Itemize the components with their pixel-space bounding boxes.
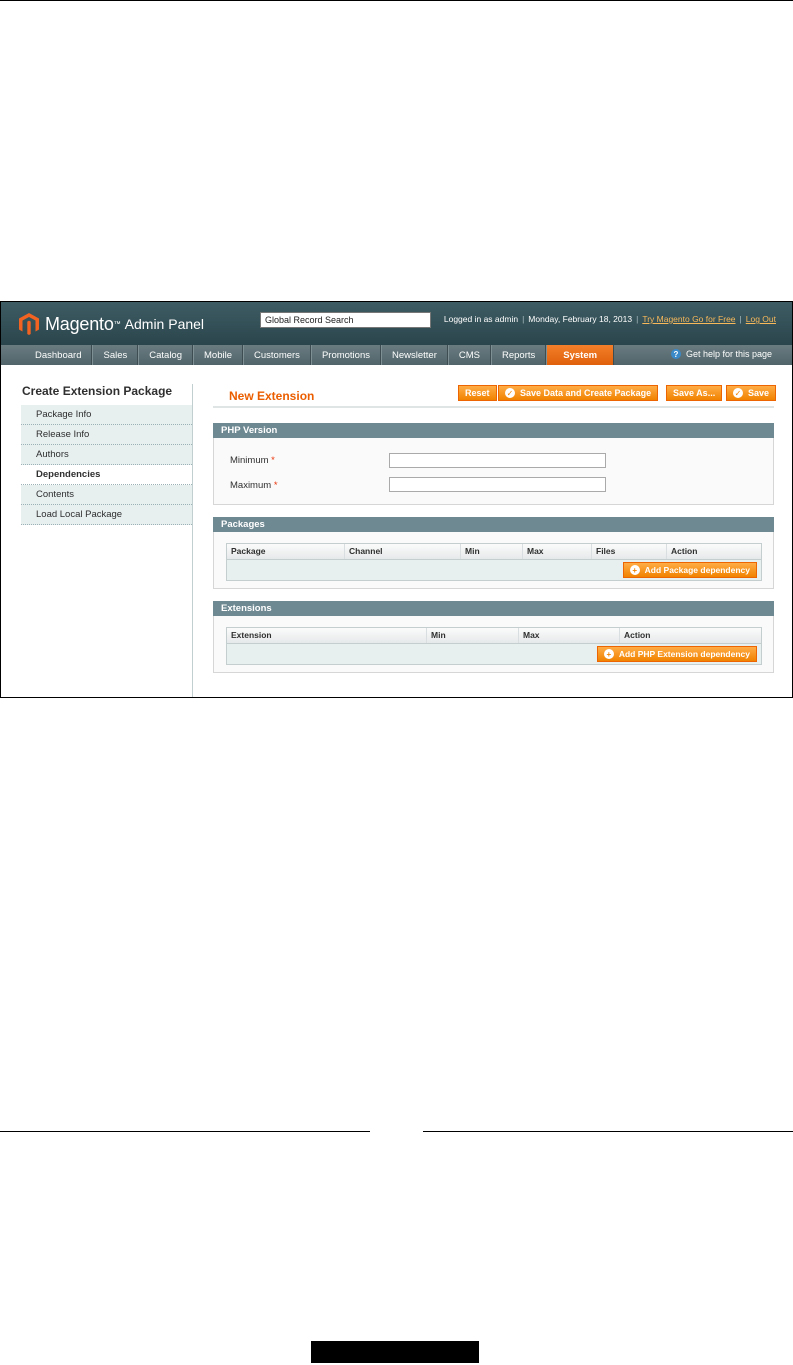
- extensions-grid-footer: + Add PHP Extension dependency: [227, 644, 761, 664]
- column-files[interactable]: Files: [592, 544, 667, 559]
- logout-link[interactable]: Log Out: [746, 314, 776, 324]
- save-and-create-package-button[interactable]: ✓ Save Data and Create Package: [498, 385, 659, 401]
- column-extension[interactable]: Extension: [227, 628, 427, 643]
- php-version-fieldset: Minimum * Maximum *: [213, 438, 774, 505]
- admin-header: Magento ™ Admin Panel Logged in as admin…: [1, 302, 792, 345]
- column-channel[interactable]: Channel: [345, 544, 461, 559]
- logo-trademark: ™: [113, 320, 121, 328]
- content-header-rule: [213, 406, 774, 408]
- add-package-dependency-label: Add Package dependency: [644, 565, 750, 575]
- save-button[interactable]: ✓ Save: [726, 385, 777, 401]
- page-title: New Extension: [229, 389, 315, 403]
- logo-admin-panel: Admin Panel: [124, 316, 205, 332]
- nav-system[interactable]: System: [546, 345, 615, 365]
- nav-dashboard[interactable]: Dashboard: [1, 345, 93, 365]
- plus-icon: +: [603, 649, 614, 659]
- required-mark: *: [271, 455, 275, 466]
- column-min[interactable]: Min: [427, 628, 519, 643]
- nav-newsletter[interactable]: Newsletter: [381, 345, 448, 365]
- minimum-label: Minimum *: [230, 455, 275, 466]
- column-package[interactable]: Package: [227, 544, 345, 559]
- page-bottom-rule-left: [0, 1131, 370, 1132]
- save-label: Save: [748, 388, 770, 398]
- sidebar-item-package-info[interactable]: Package Info: [21, 405, 192, 425]
- add-php-extension-dependency-label: Add PHP Extension dependency: [618, 649, 750, 659]
- save-as-label: Save As...: [673, 388, 716, 398]
- column-max[interactable]: Max: [519, 628, 620, 643]
- logged-in-text: Logged in as admin: [443, 314, 519, 324]
- php-maximum-input[interactable]: [389, 477, 606, 492]
- nav-catalog[interactable]: Catalog: [138, 345, 193, 365]
- logo-wordmark: Magento: [45, 313, 114, 334]
- page-bottom-rule-right: [423, 1131, 793, 1132]
- try-magento-go-link[interactable]: Try Magento Go for Free: [642, 314, 735, 324]
- sidebar-item-contents[interactable]: Contents: [21, 485, 192, 505]
- maximum-label-text: Maximum: [230, 480, 272, 491]
- php-minimum-input[interactable]: [389, 453, 606, 468]
- add-package-dependency-button[interactable]: + Add Package dependency: [622, 562, 757, 578]
- save-and-create-label: Save Data and Create Package: [520, 388, 652, 398]
- page-footer-bar: [311, 1341, 479, 1363]
- help-link[interactable]: ? Get help for this page: [670, 349, 772, 359]
- php-version-heading: PHP Version: [213, 423, 774, 438]
- packages-fieldset: Package Channel Min Max Files Action + A…: [213, 532, 774, 589]
- help-icon: ?: [670, 349, 681, 359]
- sidebar: Create Extension Package Package Info Re…: [21, 384, 192, 525]
- column-action[interactable]: Action: [620, 628, 761, 643]
- sidebar-item-load-local-package[interactable]: Load Local Package: [21, 505, 192, 525]
- header-separator: |: [739, 314, 742, 324]
- magento-logo[interactable]: Magento ™ Admin Panel: [19, 312, 204, 336]
- sidebar-divider: [192, 384, 193, 697]
- minimum-label-text: Minimum: [230, 455, 269, 466]
- extensions-fieldset: Extension Min Max Action + Add PHP Exten…: [213, 616, 774, 673]
- sidebar-title: Create Extension Package: [22, 384, 173, 398]
- add-php-extension-dependency-button[interactable]: + Add PHP Extension dependency: [596, 646, 757, 662]
- global-search-input[interactable]: [260, 312, 431, 328]
- nav-customers[interactable]: Customers: [243, 345, 311, 365]
- required-mark: *: [273, 480, 278, 491]
- save-as-button[interactable]: Save As...: [666, 385, 723, 401]
- nav-reports[interactable]: Reports: [491, 345, 547, 365]
- header-separator: |: [636, 314, 639, 324]
- packages-grid: Package Channel Min Max Files Action + A…: [226, 543, 762, 581]
- help-text: Get help for this page: [685, 349, 772, 359]
- plus-icon: +: [629, 565, 640, 575]
- header-user-links: Logged in as admin | Monday, February 18, …: [444, 314, 776, 324]
- reset-button[interactable]: Reset: [458, 385, 497, 401]
- nav-promotions[interactable]: Promotions: [310, 345, 381, 365]
- extensions-grid: Extension Min Max Action + Add PHP Exten…: [226, 627, 762, 665]
- sidebar-item-release-info[interactable]: Release Info: [21, 425, 192, 445]
- sidebar-item-authors[interactable]: Authors: [21, 445, 192, 465]
- column-action[interactable]: Action: [667, 544, 761, 559]
- nav-mobile[interactable]: Mobile: [193, 345, 243, 365]
- packages-grid-footer: + Add Package dependency: [227, 560, 761, 580]
- reset-button-label: Reset: [465, 388, 490, 398]
- packages-heading: Packages: [213, 517, 774, 532]
- check-icon: ✓: [505, 388, 515, 398]
- column-max[interactable]: Max: [523, 544, 592, 559]
- extensions-grid-header: Extension Min Max Action: [227, 628, 761, 644]
- packages-grid-header: Package Channel Min Max Files Action: [227, 544, 761, 560]
- extensions-heading: Extensions: [213, 601, 774, 616]
- sidebar-item-dependencies[interactable]: Dependencies: [21, 465, 192, 485]
- column-min[interactable]: Min: [461, 544, 523, 559]
- nav-sales[interactable]: Sales: [92, 345, 139, 365]
- header-separator: |: [522, 314, 525, 324]
- magento-logo-icon: [19, 313, 39, 335]
- page-top-rule: [0, 0, 793, 1]
- admin-screenshot: Magento ™ Admin Panel Logged in as admin…: [0, 301, 793, 698]
- maximum-label: Maximum *: [230, 480, 278, 491]
- nav-cms[interactable]: CMS: [447, 345, 491, 365]
- main-nav: Dashboard Sales Catalog Mobile Customers…: [1, 345, 792, 365]
- check-icon: ✓: [733, 388, 743, 398]
- current-date: Monday, February 18, 2013: [528, 314, 633, 324]
